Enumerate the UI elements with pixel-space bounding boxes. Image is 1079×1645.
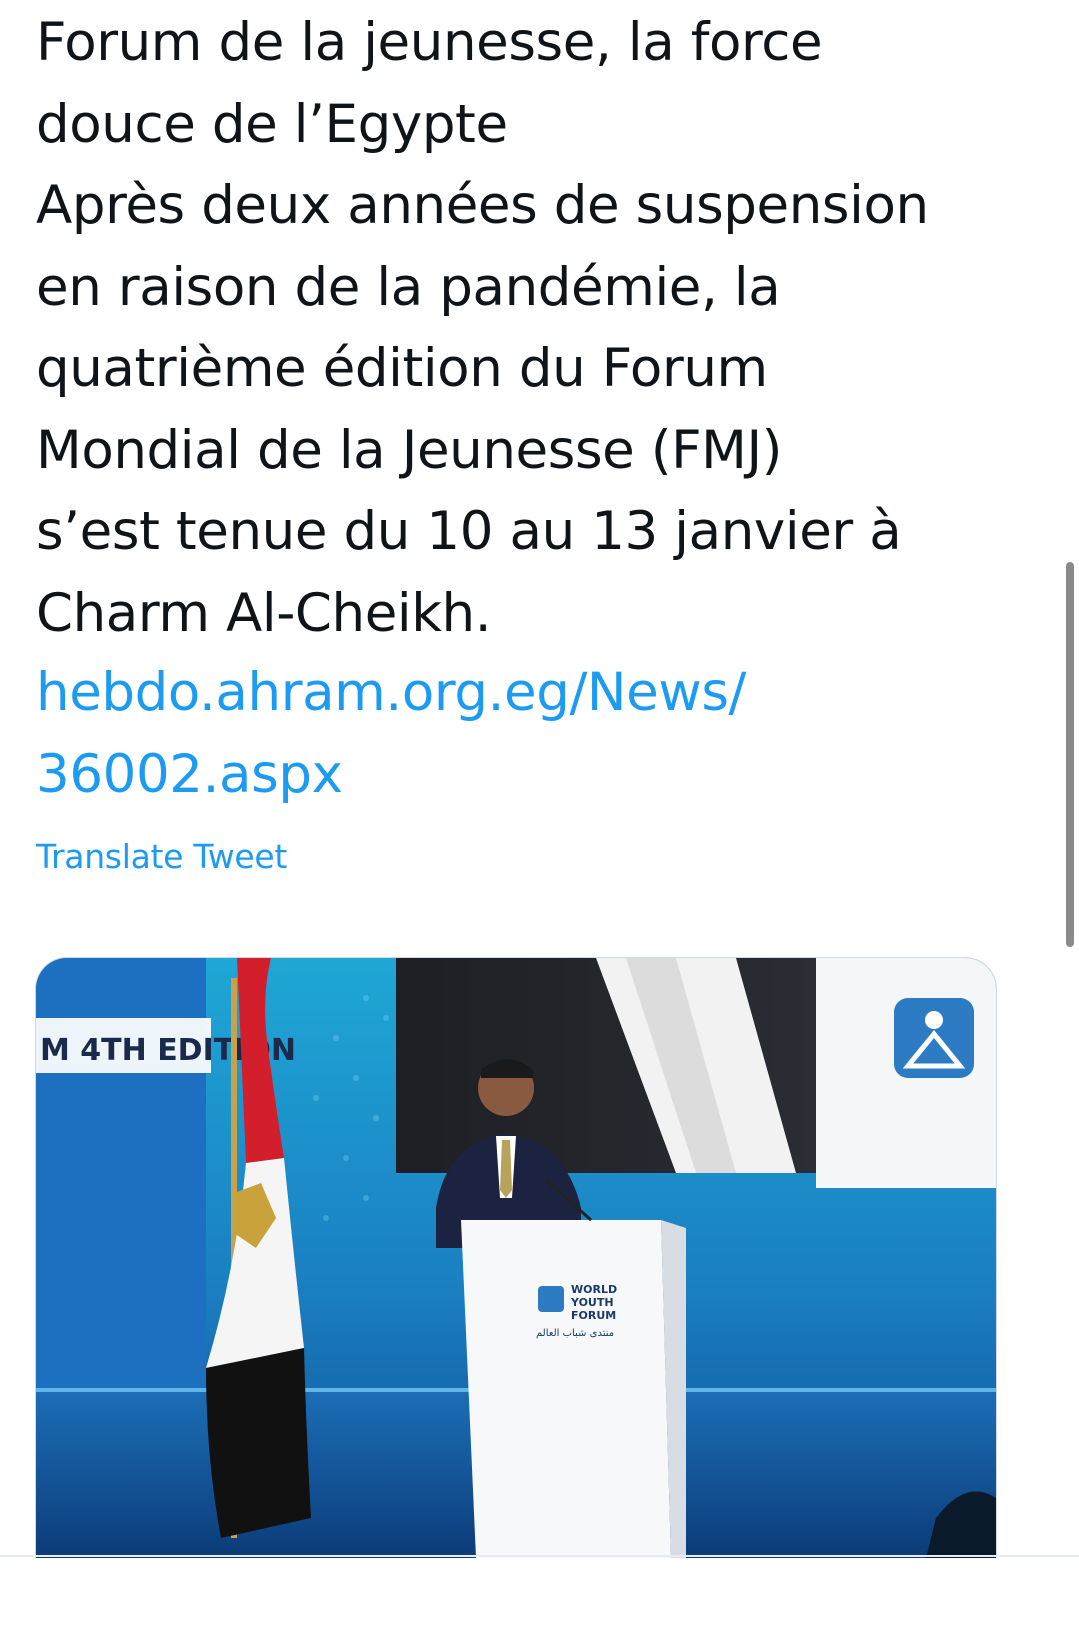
tweet-text: Forum de la jeunesse, la force douce de …	[36, 2, 1036, 654]
tweet-media-image[interactable]: M 4TH EDITION WORLD YOUTH FORUM منتدى شب…	[35, 957, 997, 1558]
tweet-text-line: Mondial de la Jeunesse (FMJ)	[36, 419, 783, 481]
event-photo: M 4TH EDITION WORLD YOUTH FORUM منتدى شب…	[36, 958, 996, 1558]
article-link-line: hebdo.ahram.org.eg/News/	[36, 662, 746, 723]
podium-arabic-caption: منتدى شباب العالم	[536, 1328, 614, 1339]
tweet-text-line: douce de l’Egypte	[36, 93, 508, 155]
podium-logo-line: WORLD	[571, 1283, 617, 1296]
article-link[interactable]: hebdo.ahram.org.eg/News/ 36002.aspx	[36, 652, 746, 815]
tweet-text-line: Forum de la jeunesse, la force	[36, 12, 823, 73]
podium-logo-line: FORUM	[571, 1309, 616, 1322]
scrollbar-thumb[interactable]	[1066, 562, 1074, 947]
tweet-text-line: Charm Al-Cheikh.	[36, 582, 492, 644]
tweet-text-line: Après deux années de suspension	[36, 175, 929, 236]
tweet-text-line: en raison de la pandémie, la	[36, 256, 781, 318]
tweet-text-line: s’est tenue du 10 au 13 janvier à	[36, 501, 902, 562]
podium-logo-line: YOUTH	[570, 1296, 614, 1309]
article-link-line: 36002.aspx	[36, 743, 343, 805]
tweet-text-line: quatrième édition du Forum	[36, 338, 768, 399]
translate-tweet-button[interactable]: Translate Tweet	[36, 835, 287, 879]
divider	[0, 1555, 1079, 1557]
